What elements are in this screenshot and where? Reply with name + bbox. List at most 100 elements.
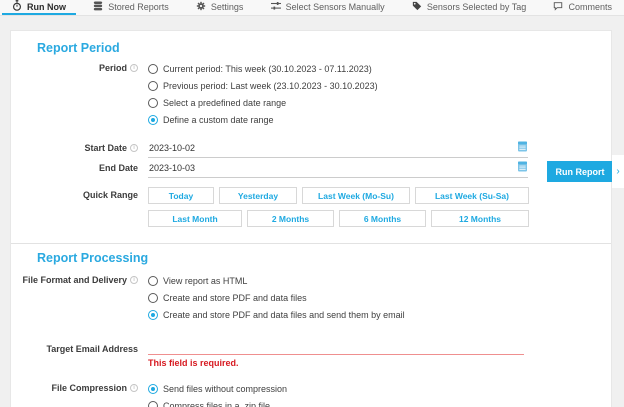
file-compression-label: File Compression bbox=[51, 380, 127, 397]
tab-label: Sensors Selected by Tag bbox=[427, 2, 526, 12]
file-compression-label-col: File Compression i bbox=[11, 380, 148, 397]
tab-sensors-selected-by-tag[interactable]: Sensors Selected by Tag bbox=[402, 0, 536, 15]
chevron-right-icon: › bbox=[616, 166, 619, 177]
target-email-label: Target Email Address bbox=[46, 341, 138, 358]
target-email-row: Target Email Address This field is requi… bbox=[11, 341, 611, 368]
period-option-custom-range[interactable]: Define a custom date range bbox=[148, 111, 611, 128]
file-format-options: View report as HTML Create and store PDF… bbox=[148, 272, 611, 323]
tab-label: Comments bbox=[568, 2, 612, 12]
file-compression-options: Send files without compression Compress … bbox=[148, 380, 611, 407]
compression-option-none[interactable]: Send files without compression bbox=[148, 380, 611, 397]
report-processing-heading: Report Processing bbox=[37, 252, 611, 265]
info-icon[interactable]: i bbox=[130, 144, 138, 152]
start-date-label-col: Start Date i bbox=[11, 140, 148, 157]
tab-label: Stored Reports bbox=[108, 2, 169, 12]
gear-icon bbox=[196, 1, 206, 13]
period-label: Period bbox=[99, 60, 127, 77]
database-icon bbox=[93, 1, 103, 13]
sliders-icon bbox=[271, 1, 281, 13]
quick-range-buttons-row2: Last Month 2 Months 6 Months 12 Months bbox=[148, 210, 529, 227]
section-divider bbox=[11, 243, 611, 244]
radio-icon[interactable] bbox=[148, 384, 158, 394]
info-icon[interactable]: i bbox=[130, 64, 138, 72]
tab-label: Run Now bbox=[27, 2, 66, 12]
radio-label: Send files without compression bbox=[163, 384, 287, 394]
radio-label: Select a predefined date range bbox=[163, 98, 286, 108]
speech-bubble-icon bbox=[553, 1, 563, 13]
period-option-predefined-range[interactable]: Select a predefined date range bbox=[148, 94, 611, 111]
file-format-option-pdf-email[interactable]: Create and store PDF and data files and … bbox=[148, 306, 611, 323]
radio-label: Create and store PDF and data files bbox=[163, 293, 307, 303]
tab-settings[interactable]: Settings bbox=[186, 0, 254, 15]
target-email-field[interactable] bbox=[148, 341, 524, 355]
target-email-error: This field is required. bbox=[148, 358, 611, 368]
quick-range-buttons-row1: Today Yesterday Last Week (Mo-Su) Last W… bbox=[148, 187, 529, 204]
tab-run-now[interactable]: Run Now bbox=[2, 0, 76, 15]
start-date-label: Start Date bbox=[84, 140, 127, 157]
radio-label: Compress files in a .zip file bbox=[163, 401, 270, 407]
quick-range-today-button[interactable]: Today bbox=[148, 187, 214, 204]
run-report-button[interactable]: Run Report bbox=[547, 161, 613, 182]
tab-label: Select Sensors Manually bbox=[286, 2, 385, 12]
period-row: Period i Current period: This week (30.1… bbox=[11, 60, 611, 128]
radio-label: Create and store PDF and data files and … bbox=[163, 310, 405, 320]
radio-icon[interactable] bbox=[148, 310, 158, 320]
tab-stored-reports[interactable]: Stored Reports bbox=[83, 0, 179, 15]
calendar-icon[interactable] bbox=[518, 161, 527, 174]
calendar-icon[interactable] bbox=[518, 141, 527, 154]
end-date-label: End Date bbox=[99, 160, 138, 177]
stopwatch-icon bbox=[12, 0, 22, 13]
tab-comments[interactable]: Comments bbox=[543, 0, 622, 15]
radio-icon[interactable] bbox=[148, 98, 158, 108]
radio-label: View report as HTML bbox=[163, 276, 247, 286]
radio-icon[interactable] bbox=[148, 401, 158, 407]
quick-range-last-week-su-sa-button[interactable]: Last Week (Su-Sa) bbox=[415, 187, 529, 204]
quick-range-12-months-button[interactable]: 12 Months bbox=[431, 210, 529, 227]
start-date-row: Start Date i bbox=[11, 140, 611, 158]
radio-label: Define a custom date range bbox=[163, 115, 274, 125]
report-settings-card: Report Period Period i Current period: T… bbox=[10, 30, 612, 407]
end-date-field[interactable] bbox=[148, 160, 528, 178]
tab-label: Settings bbox=[211, 2, 244, 12]
file-format-row: File Format and Delivery i View report a… bbox=[11, 272, 611, 323]
period-option-current-week[interactable]: Current period: This week (30.10.2023 - … bbox=[148, 60, 611, 77]
quick-range-label-col: Quick Range bbox=[11, 187, 148, 204]
radio-icon[interactable] bbox=[148, 64, 158, 74]
radio-icon[interactable] bbox=[148, 276, 158, 286]
info-icon[interactable]: i bbox=[130, 276, 138, 284]
quick-range-row: Quick Range Today Yesterday Last Week (M… bbox=[11, 187, 611, 227]
quick-range-last-week-mo-su-button[interactable]: Last Week (Mo-Su) bbox=[302, 187, 410, 204]
run-report-panel-toggle[interactable]: › bbox=[612, 155, 624, 188]
start-date-input[interactable] bbox=[149, 143, 449, 153]
target-email-input[interactable] bbox=[148, 341, 524, 353]
report-period-heading: Report Period bbox=[37, 31, 611, 55]
quick-range-2-months-button[interactable]: 2 Months bbox=[247, 210, 334, 227]
radio-icon[interactable] bbox=[148, 115, 158, 125]
end-date-row: End Date bbox=[11, 160, 611, 178]
file-format-option-pdf-store[interactable]: Create and store PDF and data files bbox=[148, 289, 611, 306]
period-option-last-week[interactable]: Previous period: Last week (23.10.2023 -… bbox=[148, 77, 611, 94]
radio-label: Current period: This week (30.10.2023 - … bbox=[163, 64, 372, 74]
radio-label: Previous period: Last week (23.10.2023 -… bbox=[163, 81, 378, 91]
radio-icon[interactable] bbox=[148, 293, 158, 303]
tag-icon bbox=[412, 1, 422, 13]
target-email-label-col: Target Email Address bbox=[11, 341, 148, 358]
file-format-option-html[interactable]: View report as HTML bbox=[148, 272, 611, 289]
quick-range-last-month-button[interactable]: Last Month bbox=[148, 210, 242, 227]
period-label-col: Period i bbox=[11, 60, 148, 77]
quick-range-6-months-button[interactable]: 6 Months bbox=[339, 210, 426, 227]
file-format-label-col: File Format and Delivery i bbox=[11, 272, 148, 289]
quick-range-label: Quick Range bbox=[83, 187, 138, 204]
start-date-field[interactable] bbox=[148, 140, 528, 158]
end-date-label-col: End Date bbox=[11, 160, 148, 177]
end-date-input[interactable] bbox=[149, 163, 449, 173]
compression-option-zip[interactable]: Compress files in a .zip file bbox=[148, 397, 611, 407]
tab-select-sensors-manually[interactable]: Select Sensors Manually bbox=[261, 0, 395, 15]
period-options: Current period: This week (30.10.2023 - … bbox=[148, 60, 611, 128]
quick-range-yesterday-button[interactable]: Yesterday bbox=[219, 187, 297, 204]
file-compression-row: File Compression i Send files without co… bbox=[11, 380, 611, 407]
file-format-label: File Format and Delivery bbox=[22, 272, 127, 289]
info-icon[interactable]: i bbox=[130, 384, 138, 392]
radio-icon[interactable] bbox=[148, 81, 158, 91]
tab-bar: Run Now Stored Reports Settings Select S… bbox=[0, 0, 624, 16]
